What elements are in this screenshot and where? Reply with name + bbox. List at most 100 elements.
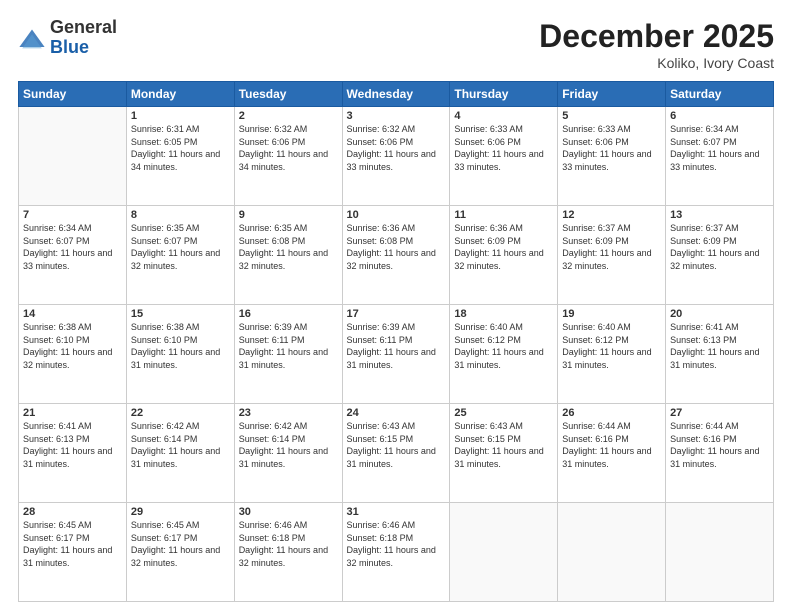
weekday-header-friday: Friday [558, 82, 666, 107]
day-info: Sunrise: 6:42 AMSunset: 6:14 PMDaylight:… [239, 420, 338, 470]
day-info: Sunrise: 6:41 AMSunset: 6:13 PMDaylight:… [23, 420, 122, 470]
day-info: Sunrise: 6:36 AMSunset: 6:09 PMDaylight:… [454, 222, 553, 272]
day-info: Sunrise: 6:40 AMSunset: 6:12 PMDaylight:… [562, 321, 661, 371]
day-info: Sunrise: 6:43 AMSunset: 6:15 PMDaylight:… [454, 420, 553, 470]
day-info: Sunrise: 6:41 AMSunset: 6:13 PMDaylight:… [670, 321, 769, 371]
day-number: 26 [562, 407, 661, 419]
page: General Blue December 2025 Koliko, Ivory… [0, 0, 792, 612]
weekday-header-tuesday: Tuesday [234, 82, 342, 107]
weekday-header-wednesday: Wednesday [342, 82, 450, 107]
day-number: 16 [239, 308, 338, 320]
day-info: Sunrise: 6:44 AMSunset: 6:16 PMDaylight:… [562, 420, 661, 470]
day-info: Sunrise: 6:45 AMSunset: 6:17 PMDaylight:… [23, 519, 122, 569]
day-number: 17 [347, 308, 446, 320]
day-number: 29 [131, 506, 230, 518]
day-number: 24 [347, 407, 446, 419]
day-number: 12 [562, 209, 661, 221]
calendar-cell: 31Sunrise: 6:46 AMSunset: 6:18 PMDayligh… [342, 503, 450, 602]
calendar-body: 1Sunrise: 6:31 AMSunset: 6:05 PMDaylight… [19, 107, 774, 602]
day-number: 7 [23, 209, 122, 221]
calendar-cell: 6Sunrise: 6:34 AMSunset: 6:07 PMDaylight… [666, 107, 774, 206]
day-number: 8 [131, 209, 230, 221]
day-number: 13 [670, 209, 769, 221]
day-info: Sunrise: 6:39 AMSunset: 6:11 PMDaylight:… [239, 321, 338, 371]
day-info: Sunrise: 6:40 AMSunset: 6:12 PMDaylight:… [454, 321, 553, 371]
weekday-row: SundayMondayTuesdayWednesdayThursdayFrid… [19, 82, 774, 107]
calendar-cell: 22Sunrise: 6:42 AMSunset: 6:14 PMDayligh… [126, 404, 234, 503]
day-number: 5 [562, 110, 661, 122]
logo-text: General Blue [50, 18, 117, 58]
day-number: 3 [347, 110, 446, 122]
calendar-cell: 29Sunrise: 6:45 AMSunset: 6:17 PMDayligh… [126, 503, 234, 602]
day-number: 10 [347, 209, 446, 221]
calendar-cell: 23Sunrise: 6:42 AMSunset: 6:14 PMDayligh… [234, 404, 342, 503]
calendar-cell: 1Sunrise: 6:31 AMSunset: 6:05 PMDaylight… [126, 107, 234, 206]
day-number: 25 [454, 407, 553, 419]
calendar-cell: 26Sunrise: 6:44 AMSunset: 6:16 PMDayligh… [558, 404, 666, 503]
day-info: Sunrise: 6:33 AMSunset: 6:06 PMDaylight:… [562, 123, 661, 173]
day-number: 19 [562, 308, 661, 320]
day-info: Sunrise: 6:46 AMSunset: 6:18 PMDaylight:… [347, 519, 446, 569]
day-info: Sunrise: 6:34 AMSunset: 6:07 PMDaylight:… [670, 123, 769, 173]
day-info: Sunrise: 6:46 AMSunset: 6:18 PMDaylight:… [239, 519, 338, 569]
calendar-cell: 25Sunrise: 6:43 AMSunset: 6:15 PMDayligh… [450, 404, 558, 503]
day-number: 2 [239, 110, 338, 122]
day-info: Sunrise: 6:43 AMSunset: 6:15 PMDaylight:… [347, 420, 446, 470]
title-block: December 2025 Koliko, Ivory Coast [539, 18, 774, 71]
day-info: Sunrise: 6:38 AMSunset: 6:10 PMDaylight:… [131, 321, 230, 371]
day-number: 11 [454, 209, 553, 221]
logo-icon [18, 26, 46, 54]
day-info: Sunrise: 6:31 AMSunset: 6:05 PMDaylight:… [131, 123, 230, 173]
calendar-cell: 5Sunrise: 6:33 AMSunset: 6:06 PMDaylight… [558, 107, 666, 206]
day-info: Sunrise: 6:36 AMSunset: 6:08 PMDaylight:… [347, 222, 446, 272]
weekday-header-thursday: Thursday [450, 82, 558, 107]
logo-general-label: General [50, 18, 117, 38]
day-number: 22 [131, 407, 230, 419]
calendar-cell: 15Sunrise: 6:38 AMSunset: 6:10 PMDayligh… [126, 305, 234, 404]
day-number: 4 [454, 110, 553, 122]
day-number: 20 [670, 308, 769, 320]
location: Koliko, Ivory Coast [539, 55, 774, 71]
day-info: Sunrise: 6:34 AMSunset: 6:07 PMDaylight:… [23, 222, 122, 272]
calendar-cell: 4Sunrise: 6:33 AMSunset: 6:06 PMDaylight… [450, 107, 558, 206]
weekday-header-sunday: Sunday [19, 82, 127, 107]
day-info: Sunrise: 6:37 AMSunset: 6:09 PMDaylight:… [562, 222, 661, 272]
day-number: 30 [239, 506, 338, 518]
calendar-cell: 2Sunrise: 6:32 AMSunset: 6:06 PMDaylight… [234, 107, 342, 206]
day-number: 15 [131, 308, 230, 320]
calendar-week-4: 21Sunrise: 6:41 AMSunset: 6:13 PMDayligh… [19, 404, 774, 503]
day-info: Sunrise: 6:32 AMSunset: 6:06 PMDaylight:… [239, 123, 338, 173]
calendar-cell [450, 503, 558, 602]
day-number: 14 [23, 308, 122, 320]
calendar-cell: 30Sunrise: 6:46 AMSunset: 6:18 PMDayligh… [234, 503, 342, 602]
day-number: 6 [670, 110, 769, 122]
day-info: Sunrise: 6:37 AMSunset: 6:09 PMDaylight:… [670, 222, 769, 272]
day-number: 21 [23, 407, 122, 419]
calendar-cell: 18Sunrise: 6:40 AMSunset: 6:12 PMDayligh… [450, 305, 558, 404]
month-year: December 2025 [539, 18, 774, 55]
calendar-cell: 9Sunrise: 6:35 AMSunset: 6:08 PMDaylight… [234, 206, 342, 305]
calendar-cell: 21Sunrise: 6:41 AMSunset: 6:13 PMDayligh… [19, 404, 127, 503]
day-number: 1 [131, 110, 230, 122]
day-number: 28 [23, 506, 122, 518]
calendar-cell: 19Sunrise: 6:40 AMSunset: 6:12 PMDayligh… [558, 305, 666, 404]
logo: General Blue [18, 18, 117, 58]
day-info: Sunrise: 6:35 AMSunset: 6:08 PMDaylight:… [239, 222, 338, 272]
day-info: Sunrise: 6:33 AMSunset: 6:06 PMDaylight:… [454, 123, 553, 173]
calendar-cell: 24Sunrise: 6:43 AMSunset: 6:15 PMDayligh… [342, 404, 450, 503]
calendar-cell: 13Sunrise: 6:37 AMSunset: 6:09 PMDayligh… [666, 206, 774, 305]
calendar-cell: 8Sunrise: 6:35 AMSunset: 6:07 PMDaylight… [126, 206, 234, 305]
calendar-week-2: 7Sunrise: 6:34 AMSunset: 6:07 PMDaylight… [19, 206, 774, 305]
calendar-cell: 17Sunrise: 6:39 AMSunset: 6:11 PMDayligh… [342, 305, 450, 404]
calendar-week-5: 28Sunrise: 6:45 AMSunset: 6:17 PMDayligh… [19, 503, 774, 602]
day-number: 31 [347, 506, 446, 518]
calendar-cell: 3Sunrise: 6:32 AMSunset: 6:06 PMDaylight… [342, 107, 450, 206]
day-info: Sunrise: 6:38 AMSunset: 6:10 PMDaylight:… [23, 321, 122, 371]
calendar-table: SundayMondayTuesdayWednesdayThursdayFrid… [18, 81, 774, 602]
day-number: 23 [239, 407, 338, 419]
day-number: 9 [239, 209, 338, 221]
calendar-week-1: 1Sunrise: 6:31 AMSunset: 6:05 PMDaylight… [19, 107, 774, 206]
day-info: Sunrise: 6:39 AMSunset: 6:11 PMDaylight:… [347, 321, 446, 371]
calendar-cell: 12Sunrise: 6:37 AMSunset: 6:09 PMDayligh… [558, 206, 666, 305]
header: General Blue December 2025 Koliko, Ivory… [18, 18, 774, 71]
